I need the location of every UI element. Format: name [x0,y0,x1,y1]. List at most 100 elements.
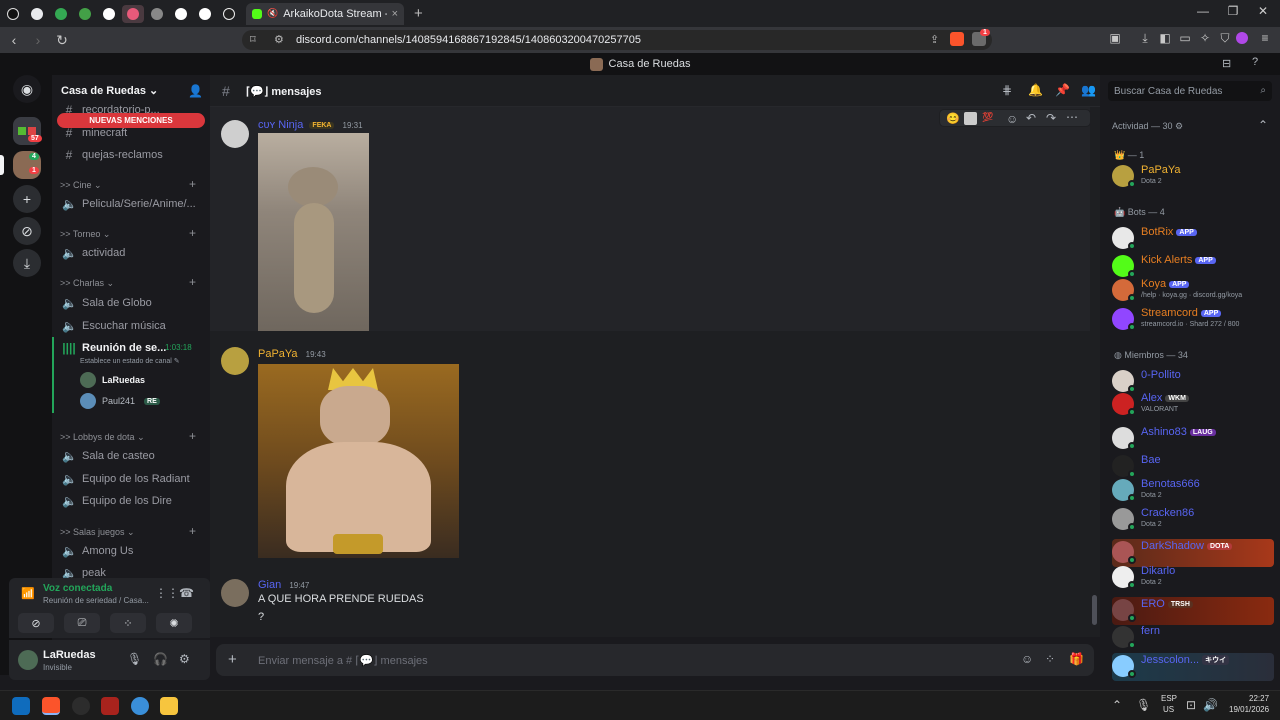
apps-icon[interactable]: ⁘ [1045,652,1055,666]
scrollbar-thumb[interactable] [1092,595,1097,625]
reload-icon[interactable]: ↻ [52,32,72,49]
kitten-image[interactable] [258,133,369,331]
add-channel-icon[interactable]: + [189,177,196,191]
vpn-icon[interactable]: ⛉ [1216,31,1234,49]
channel-dire[interactable]: 🔈 Equipo de los Dire [62,494,172,508]
member-row[interactable]: Streamcord APP streamcord.io · Shard 272 /… [1112,306,1274,334]
category-salas[interactable]: >> Salas juegos ⌄ [60,527,135,538]
member-row[interactable]: DarkShadow DOTA [1112,539,1274,567]
voice-status[interactable]: Voz conectada [43,583,112,594]
avatar[interactable] [18,650,38,670]
voice-user-paul[interactable]: Paul241 RE [80,393,160,409]
channel-quejas[interactable]: # quejas-reclamos [62,148,163,162]
minimize-button[interactable]: — [1188,4,1218,18]
discord-home-icon[interactable]: ◉ [13,75,41,103]
member-row[interactable]: Dikarlo Dota 2 [1112,564,1274,592]
help-icon[interactable]: ? [1252,56,1258,68]
invite-icon[interactable]: 👤 [188,84,203,98]
message-author[interactable]: ᴄᴜʏ Ninja FEKA 19:31 [258,119,363,131]
inbox-icon[interactable]: ⊟ [1222,57,1231,70]
add-channel-icon[interactable]: + [189,275,196,289]
tab-search-icon[interactable]: ▣ [1106,31,1124,49]
message-composer[interactable]: + Enviar mensaje a # ⌈💬⌋ mensajes ☺ ⁘ 🎁 [216,644,1094,676]
member-row[interactable]: Alex WKM VALORANT [1112,391,1274,419]
reaction-sticker-icon[interactable] [964,112,977,125]
file-explorer-icon[interactable] [160,697,178,715]
new-tab-button[interactable]: + [414,5,423,22]
signal-icon[interactable]: 📶 [21,587,35,600]
reaction-100-icon[interactable]: 💯 [982,112,993,123]
add-channel-icon[interactable]: + [189,429,196,443]
member-row[interactable]: Jesscolon... キウイ [1112,653,1274,681]
wallet-icon[interactable]: ▭ [1176,31,1194,49]
bell-icon[interactable]: 🔔 [1028,83,1043,97]
discover-icon[interactable]: ⊘ [13,217,41,245]
pinned-tab-muted[interactable] [146,5,168,23]
category-torneo[interactable]: >> Torneo ⌄ [60,229,110,240]
steam-icon[interactable] [131,697,149,715]
emoji-icon[interactable]: ☺ [1021,652,1033,666]
more-icon[interactable]: ⋯ [1066,110,1078,124]
activities-button[interactable]: ⁘ [110,613,146,633]
soundboard-button[interactable]: ✺ [156,613,192,633]
channel-sala-casteo[interactable]: 🔈 Sala de casteo [62,449,155,463]
new-mentions-pill[interactable]: NUEVAS MENCIONES [57,113,205,128]
add-attachment-icon[interactable]: + [228,651,237,668]
forward-icon[interactable]: ↷ [1046,111,1056,125]
active-tab[interactable]: 🔇 ArkaikoDota Stream - Watch Live × [246,2,404,25]
headphones-icon[interactable]: 🎧 [153,652,168,666]
pinned-tab-google[interactable] [98,5,120,23]
avatar[interactable] [221,347,249,375]
channel-minecraft[interactable]: # minecraft [62,126,128,140]
pinned-tab-3[interactable] [50,5,72,23]
add-channel-icon[interactable]: + [189,226,196,240]
pinned-tab-6[interactable] [122,4,144,23]
dota2-icon[interactable] [101,697,119,715]
channel-escuchar[interactable]: 🔈 Escuchar música [62,319,166,333]
gear-icon[interactable]: ⚙ [179,652,190,666]
windows-start-icon[interactable] [12,697,30,715]
member-row[interactable]: Koya APP/help · koya.gg · discord.gg/koya [1112,277,1274,305]
category-charlas[interactable]: >> Charlas ⌄ [60,278,114,289]
network-icon[interactable]: ⊡ [1186,698,1196,712]
leo-icon[interactable]: ✧ [1196,31,1214,49]
server-name[interactable]: Casa de Ruedas ⌄ [61,84,158,97]
category-cine[interactable]: >> Cine ⌄ [60,180,102,191]
pinned-tab-4[interactable] [74,5,96,23]
collapse-icon[interactable]: ⌃ [1258,118,1268,132]
avatar[interactable] [221,120,249,148]
profile-icon[interactable] [1236,32,1248,44]
member-row[interactable]: fern [1112,624,1274,652]
pinned-tab-google-2[interactable] [170,5,192,23]
muscle-king-image[interactable] [258,364,459,558]
download-icon[interactable]: ⤓ [1136,31,1154,49]
app-icon[interactable] [72,697,90,715]
pinned-tab-2[interactable] [26,5,48,23]
add-server-icon[interactable]: + [13,185,41,213]
microphone-icon[interactable]: 🎙 [127,652,142,666]
add-reaction-icon[interactable]: ☺ [1006,112,1018,126]
forward-icon[interactable]: › [28,32,48,48]
channel-among[interactable]: 🔈 Among Us [62,544,133,558]
member-list-icon[interactable]: 👥 [1081,83,1096,97]
member-row[interactable]: Ashino83 LAUG [1112,425,1274,453]
site-settings-icon[interactable]: ⚙ [274,33,284,46]
category-lobbys[interactable]: >> Lobbys de dota ⌄ [60,432,145,443]
url-field[interactable]: ⌑ ⚙ discord.com/channels/140859416886719… [242,29,992,50]
language-indicator[interactable]: ESP [1161,694,1177,703]
reaction-emoji-icon[interactable]: 😊 [946,112,960,125]
close-window-button[interactable]: ✕ [1248,4,1278,18]
message-author[interactable]: PaPaYa 19:43 [258,348,326,360]
tab-close-icon[interactable]: × [392,8,398,20]
maximize-button[interactable]: ❐ [1218,4,1248,18]
channel-radiant[interactable]: 🔈 Equipo de los Radiant [62,472,190,486]
share-icon[interactable]: ⇪ [930,33,939,46]
sidebar-icon[interactable]: ◧ [1156,31,1174,49]
channel-reunion[interactable]: |||| Reunión de se... [62,341,166,355]
channel-pelicula[interactable]: 🔈 Pelicula/Serie/Anime/... [62,197,196,211]
channel-status[interactable]: Establece un estado de canal ✎ [80,357,180,365]
brave-icon[interactable] [42,697,60,715]
disconnect-icon[interactable]: ☎ [179,586,194,600]
pinned-tab-google-3[interactable] [194,5,216,23]
message-author[interactable]: Gian 19:47 [258,579,309,591]
